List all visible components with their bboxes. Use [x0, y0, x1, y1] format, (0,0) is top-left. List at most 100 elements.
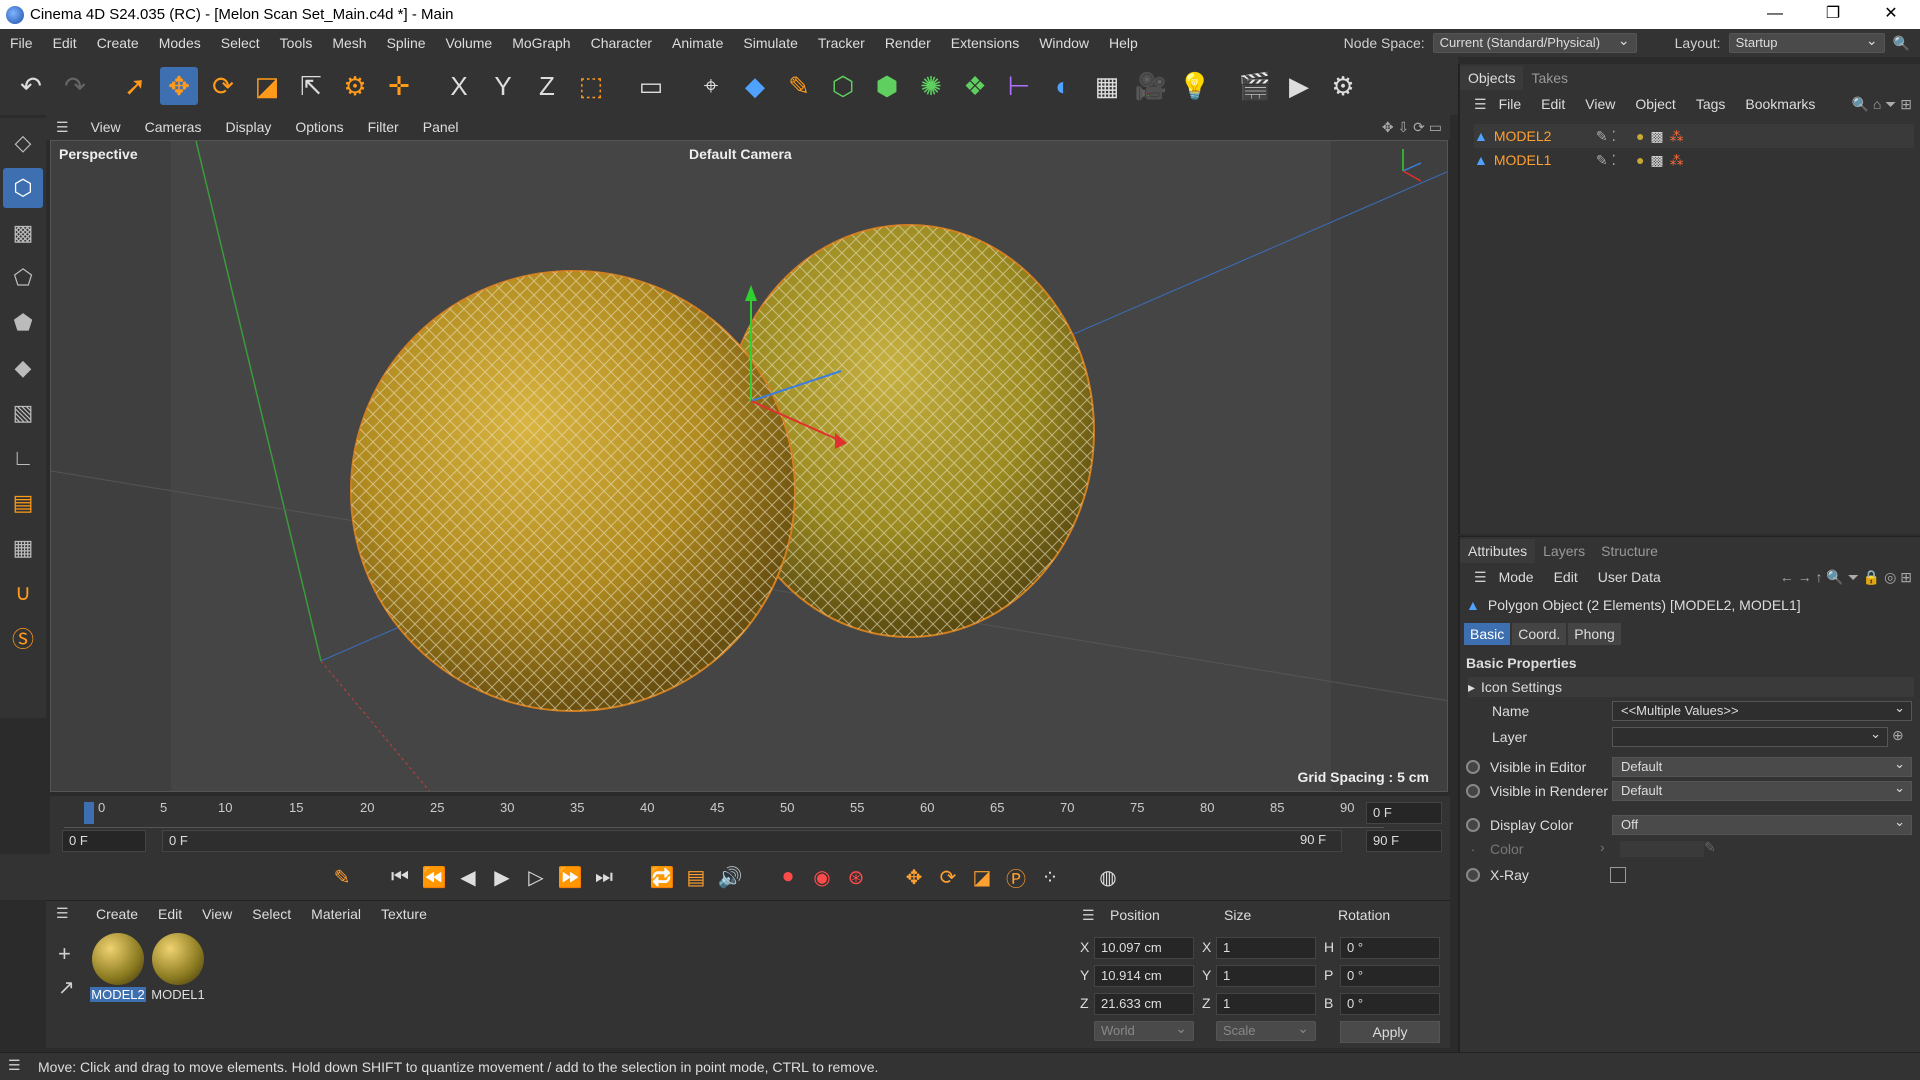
viewport-camera-label[interactable]: Default Camera — [689, 146, 792, 162]
menu-mograph[interactable]: MoGraph — [502, 35, 580, 51]
x-axis-lock-icon[interactable]: X — [440, 67, 478, 105]
scan-tag-icon[interactable]: ⁂ — [1670, 152, 1684, 169]
hamburger-icon[interactable]: ☰ — [56, 905, 69, 922]
menu-render[interactable]: Render — [875, 35, 941, 51]
3d-viewport[interactable]: Perspective Default Camera Grid Spacing … — [50, 140, 1448, 792]
size-y-field[interactable]: 1 — [1216, 965, 1316, 987]
rotate-tool-icon[interactable]: ⟳ — [204, 67, 242, 105]
size-z-field[interactable]: 1 — [1216, 993, 1316, 1015]
tab-structure[interactable]: Structure — [1593, 539, 1666, 563]
viewport-menu-cameras[interactable]: Cameras — [133, 119, 214, 135]
eyedropper-icon[interactable]: ✎ — [1704, 839, 1716, 856]
visibility-toggle-icon[interactable]: ✎ ⁚ — [1596, 152, 1616, 169]
size-x-field[interactable]: 1 — [1216, 937, 1316, 959]
model-mode-icon[interactable]: ◇ — [3, 123, 43, 163]
current-frame-field[interactable]: 0 F — [1366, 802, 1442, 824]
menu-tracker[interactable]: Tracker — [808, 35, 875, 51]
viewport-perspective-label[interactable]: Perspective — [59, 146, 138, 162]
layout-dropdown[interactable]: Startup — [1728, 31, 1885, 53]
menu-animate[interactable]: Animate — [662, 35, 733, 51]
tab-objects[interactable]: Objects — [1460, 66, 1524, 90]
visibility-toggle-icon[interactable]: ✎ ⁚ — [1596, 128, 1616, 145]
autokey-icon[interactable]: ◉ — [808, 862, 836, 892]
key-param-icon[interactable]: Ⓟ — [1002, 862, 1030, 892]
tab-takes[interactable]: Takes — [1523, 66, 1576, 90]
preview-range-start[interactable]: 0 F — [162, 830, 1342, 852]
viewport-menu-panel[interactable]: Panel — [411, 119, 471, 135]
material-menu-material[interactable]: Material — [301, 906, 371, 922]
keyframe-selection-icon[interactable]: ⊛ — [842, 862, 870, 892]
name-field[interactable]: <<Multiple Values>> — [1612, 699, 1912, 721]
arrow-icon[interactable]: ↗ — [58, 975, 75, 1000]
subtab-phong[interactable]: Phong — [1568, 623, 1621, 645]
attributes-menu-mode[interactable]: Mode — [1491, 569, 1542, 585]
hamburger-icon[interactable]: ☰ — [1082, 907, 1095, 924]
tab-attributes[interactable]: Attributes — [1460, 539, 1536, 563]
next-frame-icon[interactable]: ▷ — [522, 862, 550, 892]
workplane-icon[interactable]: ▤ — [3, 483, 43, 523]
object-mode-icon[interactable]: ⬡ — [3, 168, 43, 208]
timeline-ruler[interactable]: 0 5 10 15 20 25 30 35 40 45 50 55 60 65 … — [64, 800, 1384, 828]
menu-tools[interactable]: Tools — [270, 35, 323, 51]
end-frame-field[interactable]: 90 F — [1366, 830, 1442, 852]
menu-edit[interactable]: Edit — [43, 35, 87, 51]
object-row-model2[interactable]: ▲ MODEL2 ✎ ⁚ ● ▩ ⁂ — [1474, 124, 1914, 148]
objects-menu-file[interactable]: File — [1491, 96, 1530, 112]
z-axis-lock-icon[interactable]: Z — [528, 67, 566, 105]
rot-h-field[interactable]: 0 ° — [1340, 937, 1440, 959]
layer-pick-icon[interactable]: ⊕ — [1892, 727, 1904, 744]
key-rotation-icon[interactable]: ⟳ — [934, 862, 962, 892]
move-tool-icon[interactable]: ✥ — [160, 67, 198, 105]
menu-file[interactable]: File — [0, 35, 43, 51]
menu-character[interactable]: Character — [581, 35, 662, 51]
undo-icon[interactable]: ↶ — [12, 67, 50, 105]
start-frame-field[interactable]: 0 F — [62, 830, 146, 852]
mograph-icon[interactable]: ❖ — [956, 67, 994, 105]
attributes-menu-edit[interactable]: Edit — [1546, 569, 1586, 585]
hamburger-icon[interactable]: ☰ — [1474, 96, 1487, 113]
scale-tool-icon[interactable]: ◪ — [248, 67, 286, 105]
menu-modes[interactable]: Modes — [149, 35, 211, 51]
field-icon[interactable]: ◐ — [1044, 67, 1082, 105]
motion-recording-icon[interactable]: ✎ — [328, 862, 356, 892]
transfer-tool-icon[interactable]: ⇱ — [292, 67, 330, 105]
checker-tag-icon[interactable]: ▩ — [1650, 128, 1663, 145]
key-pla-icon[interactable]: ⁘ — [1036, 862, 1064, 892]
magnet-icon[interactable]: ∪ — [3, 573, 43, 613]
rot-b-field[interactable]: 0 ° — [1340, 993, 1440, 1015]
cursor-tool-icon[interactable]: ⌖ — [692, 67, 730, 105]
viewport-nav-icons[interactable]: ✥ ⇩ ⟳ ▭ — [1382, 119, 1442, 136]
y-axis-lock-icon[interactable]: Y — [484, 67, 522, 105]
menu-help[interactable]: Help — [1099, 35, 1148, 51]
pos-x-field[interactable]: 10.097 cm — [1094, 937, 1194, 959]
coordinate-space-dropdown[interactable]: World — [1094, 1019, 1194, 1041]
extrude-icon[interactable]: ⬢ — [868, 67, 906, 105]
icon-settings-group[interactable]: ▸ Icon Settings — [1468, 677, 1914, 697]
add-material-icon[interactable]: + — [58, 941, 71, 967]
layer-field[interactable] — [1612, 725, 1888, 747]
cube-icon[interactable]: ◆ — [736, 67, 774, 105]
prev-key-icon[interactable]: ⏪ — [420, 862, 448, 892]
pen-spline-icon[interactable]: ✎ — [780, 67, 818, 105]
pos-y-field[interactable]: 10.914 cm — [1094, 965, 1194, 987]
objects-toolbar-icons[interactable]: 🔍 ⌂ ⏷ ⊞ — [1852, 96, 1920, 113]
floor-icon[interactable]: ▦ — [1088, 67, 1126, 105]
camera-icon[interactable]: 🎥 — [1132, 67, 1170, 105]
select-tool-icon[interactable]: ➚ — [116, 67, 154, 105]
material-menu-view[interactable]: View — [192, 906, 242, 922]
objects-menu-edit[interactable]: Edit — [1533, 96, 1573, 112]
menu-simulate[interactable]: Simulate — [733, 35, 807, 51]
menu-extensions[interactable]: Extensions — [941, 35, 1029, 51]
menu-window[interactable]: Window — [1029, 35, 1099, 51]
subtab-coord[interactable]: Coord. — [1512, 623, 1567, 645]
apply-button[interactable]: Apply — [1340, 1021, 1440, 1043]
go-to-start-icon[interactable]: ⏮ — [386, 862, 414, 892]
sound-icon[interactable]: 🔊 — [716, 862, 744, 892]
animate-radio-icon[interactable] — [1466, 818, 1480, 832]
record-keys-icon[interactable]: ⏺ — [774, 862, 802, 892]
checker-tag-icon[interactable]: ▩ — [1650, 152, 1663, 169]
recent-tools-icon[interactable]: ⚙ — [336, 67, 374, 105]
color-swatch[interactable] — [1620, 841, 1704, 857]
close-button[interactable]: ✕ — [1862, 0, 1920, 29]
viewport-menu-filter[interactable]: Filter — [356, 119, 411, 135]
